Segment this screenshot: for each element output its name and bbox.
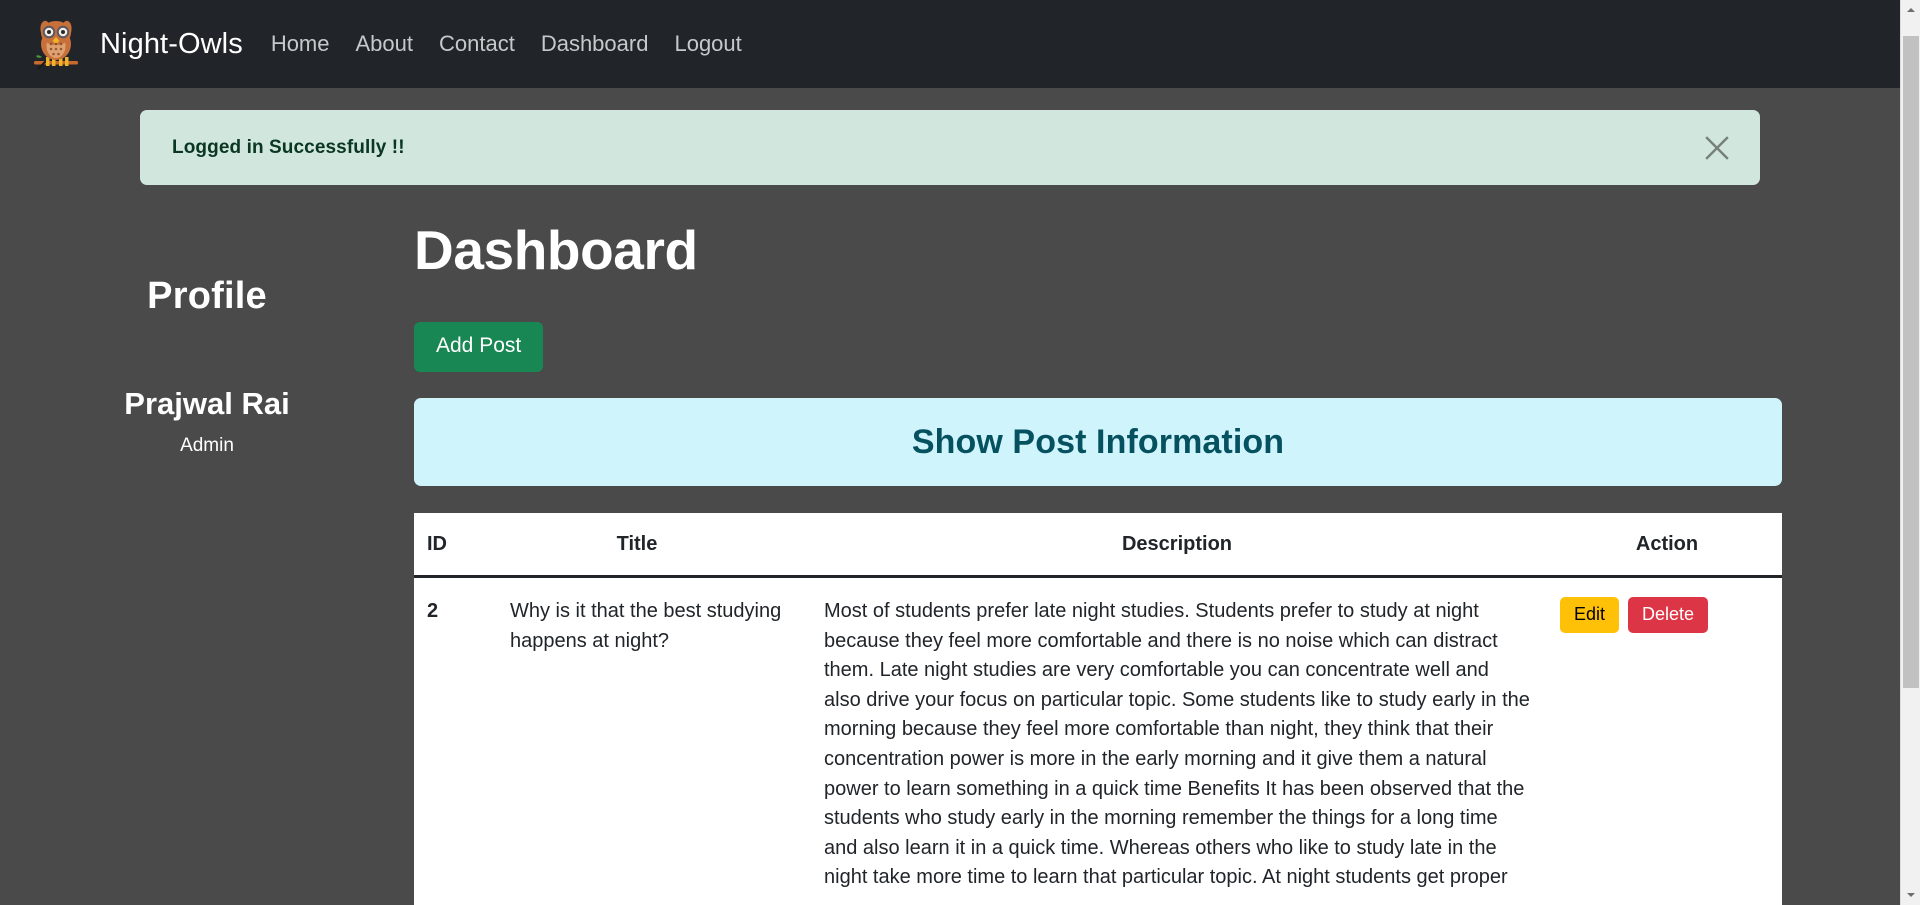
sidebar-title: Profile (147, 275, 267, 317)
main-layout: Profile Prajwal Rai Admin Dashboard Add … (0, 185, 1900, 905)
dashboard-content: Dashboard Add Post Show Post Information… (414, 223, 1900, 905)
row-action-buttons: Edit Delete (1560, 597, 1768, 633)
scrollbar-thumb[interactable] (1903, 36, 1919, 688)
top-navbar: Night-Owls Home About Contact Dashboard … (0, 0, 1900, 88)
posts-table-body: 2 Why is it that the best studying happe… (414, 576, 1782, 905)
nav-link-about[interactable]: About (356, 31, 414, 57)
success-alert: Logged in Successfully !! (140, 110, 1760, 185)
scroll-up-arrow-icon[interactable] (1901, 0, 1920, 20)
cell-post-id: 2 (414, 576, 472, 905)
page-viewport: Night-Owls Home About Contact Dashboard … (0, 0, 1900, 905)
nav-link-contact[interactable]: Contact (439, 31, 515, 57)
cell-post-description: Most of students prefer late night studi… (802, 576, 1552, 905)
show-post-information-panel: Show Post Information (414, 398, 1782, 486)
cell-post-actions: Edit Delete (1552, 576, 1782, 905)
add-post-button[interactable]: Add Post (414, 322, 544, 372)
posts-table: ID Title Description Action 2 Why is it … (414, 513, 1782, 905)
panel-heading-text: Show Post Information (911, 422, 1285, 461)
column-header-action: Action (1552, 513, 1782, 578)
nav-link-dashboard[interactable]: Dashboard (541, 31, 649, 57)
nav-link-home[interactable]: Home (271, 31, 330, 57)
nav-links: Home About Contact Dashboard Logout (271, 31, 742, 57)
page-scrollbar[interactable] (1900, 0, 1920, 905)
posts-table-head: ID Title Description Action (414, 513, 1782, 578)
brand-name[interactable]: Night-Owls (100, 28, 243, 61)
alert-message: Logged in Successfully !! (172, 136, 405, 158)
page-title: Dashboard (414, 219, 698, 281)
profile-user-name: Prajwal Rai (124, 386, 290, 421)
table-row: 2 Why is it that the best studying happe… (414, 576, 1782, 905)
delete-post-button[interactable]: Delete (1628, 597, 1709, 633)
table-header-row: ID Title Description Action (414, 513, 1782, 578)
alert-container: Logged in Successfully !! (0, 88, 1900, 185)
edit-post-button[interactable]: Edit (1560, 597, 1620, 633)
column-header-id: ID (414, 513, 472, 578)
owl-logo-icon[interactable] (30, 13, 82, 75)
column-header-title: Title (472, 513, 802, 578)
cell-post-title: Why is it that the best studying happens… (472, 576, 802, 905)
nav-link-logout[interactable]: Logout (674, 31, 741, 57)
close-icon[interactable] (1700, 131, 1734, 165)
column-header-description: Description (802, 513, 1552, 578)
profile-sidebar: Profile Prajwal Rai Admin (0, 223, 414, 905)
profile-user-role: Admin (180, 435, 234, 456)
scroll-down-arrow-icon[interactable] (1901, 885, 1920, 905)
